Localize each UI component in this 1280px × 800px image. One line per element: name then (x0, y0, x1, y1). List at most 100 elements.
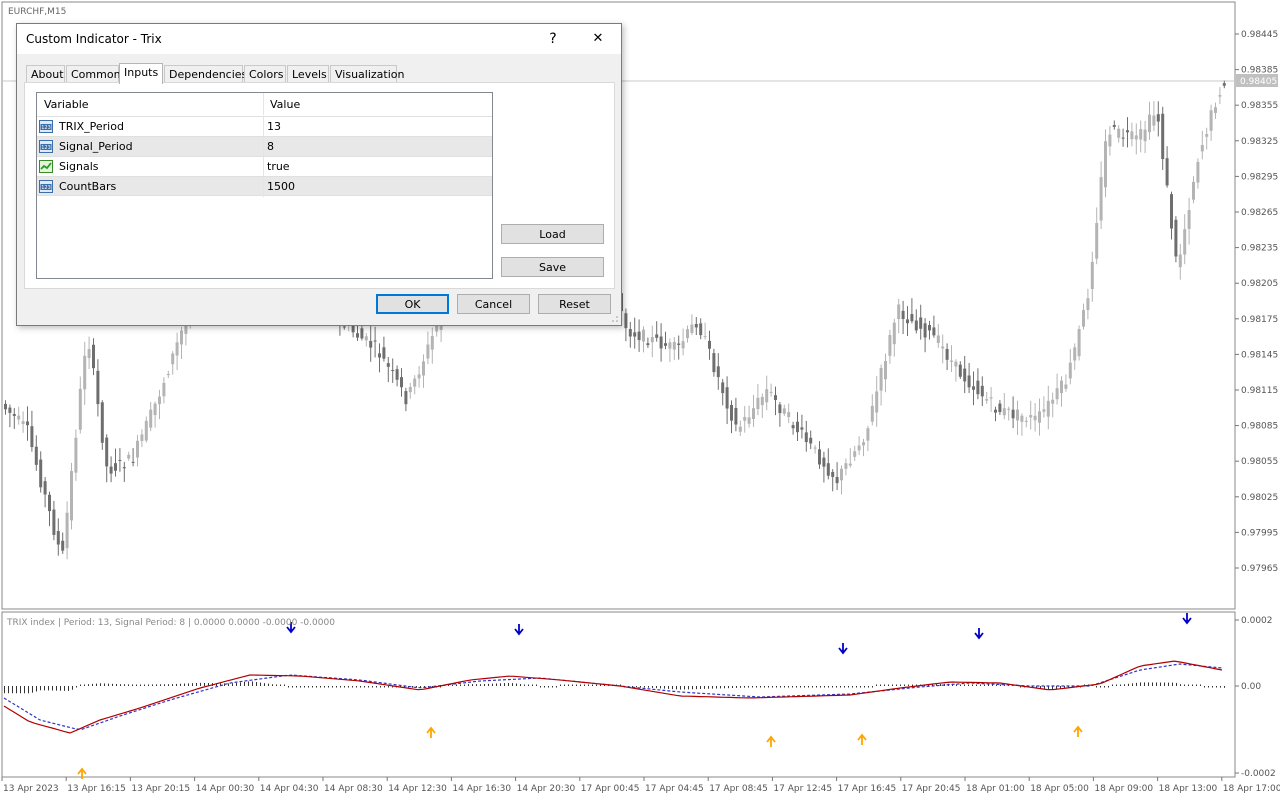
column-variable[interactable]: Variable (44, 98, 89, 111)
input-row-signal-period[interactable]: 123 Signal_Period 8 (37, 136, 492, 157)
candle-body (1205, 134, 1209, 137)
column-value[interactable]: Value (270, 98, 300, 111)
tab-colors[interactable]: Colors (244, 65, 286, 83)
histogram-bar (72, 686, 73, 690)
histogram-bar (312, 686, 313, 688)
histogram-bar (292, 686, 293, 688)
indicator-scale-label: 0.00 (1241, 682, 1261, 692)
resize-grip-icon[interactable] (611, 315, 619, 323)
tab-visualization[interactable]: Visualization (330, 65, 404, 83)
candle-body (39, 459, 43, 488)
input-value[interactable]: 1500 (267, 180, 295, 193)
histogram-bar (968, 684, 969, 686)
time-label: 17 Apr 16:45 (838, 784, 897, 794)
histogram-bar (876, 684, 877, 686)
candle-body (712, 353, 716, 373)
input-row-countbars[interactable]: 123 CountBars 1500 (37, 176, 492, 197)
candle-body (1046, 400, 1050, 417)
histogram-bar (308, 686, 309, 688)
time-label: 13 Apr 20:15 (131, 784, 190, 794)
candle-body (694, 323, 698, 328)
histogram-bar (452, 684, 453, 686)
histogram-bar (1168, 682, 1169, 686)
candle-body (690, 324, 694, 333)
tab-about[interactable]: About (26, 65, 65, 83)
histogram-bar (504, 683, 505, 686)
histogram-bar (368, 686, 369, 688)
histogram-bar (1200, 684, 1201, 686)
close-icon[interactable]: ✕ (584, 28, 612, 50)
candle-body (1196, 161, 1200, 183)
histogram-bar (716, 686, 717, 689)
histogram-bar (272, 684, 273, 686)
candle-body (954, 361, 958, 367)
time-label: 17 Apr 08:45 (709, 784, 768, 794)
price-label: 0.98265 (1241, 208, 1278, 218)
candle-body (862, 442, 865, 446)
cancel-button[interactable]: Cancel (457, 294, 530, 314)
price-label: 0.98445 (1241, 30, 1278, 40)
histogram-bar (520, 684, 521, 686)
candle-body (180, 330, 183, 345)
tab-common[interactable]: Common (66, 65, 121, 83)
histogram-bar (964, 684, 965, 686)
candle-body (83, 355, 87, 390)
histogram-bar (1184, 684, 1185, 686)
histogram-bar (160, 684, 161, 686)
time-label: 17 Apr 00:45 (581, 784, 640, 794)
input-row-signals[interactable]: Signals true (37, 156, 492, 177)
help-button[interactable]: ? (539, 28, 567, 50)
tab-inputs[interactable]: Inputs (119, 63, 163, 84)
histogram-bar (852, 686, 853, 688)
dialog-titlebar[interactable]: Custom Indicator - Trix ? ✕ (17, 24, 621, 54)
histogram-bar (656, 686, 657, 689)
candle-body (114, 463, 117, 471)
histogram-bar (644, 686, 645, 688)
histogram-bar (652, 686, 653, 688)
histogram-bar (988, 684, 989, 686)
tab-dependencies[interactable]: Dependencies (164, 65, 247, 83)
save-button[interactable]: Save (501, 257, 604, 277)
candle-body (967, 375, 971, 388)
candle-body (61, 540, 65, 551)
histogram-bar (1212, 686, 1213, 688)
candle-body (1165, 158, 1169, 186)
histogram-bar (232, 683, 233, 686)
candle-body (1090, 261, 1094, 290)
histogram-bar (1128, 683, 1129, 686)
input-value[interactable]: true (267, 160, 290, 173)
candle-body (1073, 347, 1077, 361)
histogram-bar (344, 686, 345, 688)
candle-body (848, 463, 852, 466)
histogram-bar (148, 684, 149, 686)
ok-button[interactable]: OK (376, 294, 449, 314)
candle-body (672, 341, 676, 350)
input-name: TRIX_Period (59, 120, 124, 133)
reset-button[interactable]: Reset (538, 294, 611, 314)
histogram-bar (180, 683, 181, 686)
price-label: 0.98235 (1241, 244, 1278, 254)
input-value[interactable]: 8 (267, 140, 274, 153)
current-price-label: 0.98405 (1240, 77, 1277, 87)
candle-body (386, 363, 390, 367)
histogram-bar (36, 686, 37, 692)
histogram-bar (752, 686, 753, 688)
histogram-bar (336, 686, 337, 688)
histogram-bar (260, 682, 261, 686)
histogram-bar (912, 684, 913, 686)
candle-body (105, 437, 109, 467)
candle-body (400, 377, 403, 388)
load-button[interactable]: Load (501, 224, 604, 244)
histogram-bar (788, 686, 789, 688)
histogram-bar (248, 681, 249, 686)
input-row-trix-period[interactable]: 123 TRIX_Period 13 (37, 116, 492, 137)
candle-body (92, 344, 95, 369)
histogram-bar (1224, 686, 1225, 688)
histogram-bar (804, 686, 805, 688)
histogram-bar (328, 686, 329, 688)
input-value[interactable]: 13 (267, 120, 281, 133)
histogram-bar (848, 686, 849, 688)
tab-levels[interactable]: Levels (287, 65, 329, 83)
histogram-bar (600, 684, 601, 686)
candle-body (994, 409, 997, 413)
